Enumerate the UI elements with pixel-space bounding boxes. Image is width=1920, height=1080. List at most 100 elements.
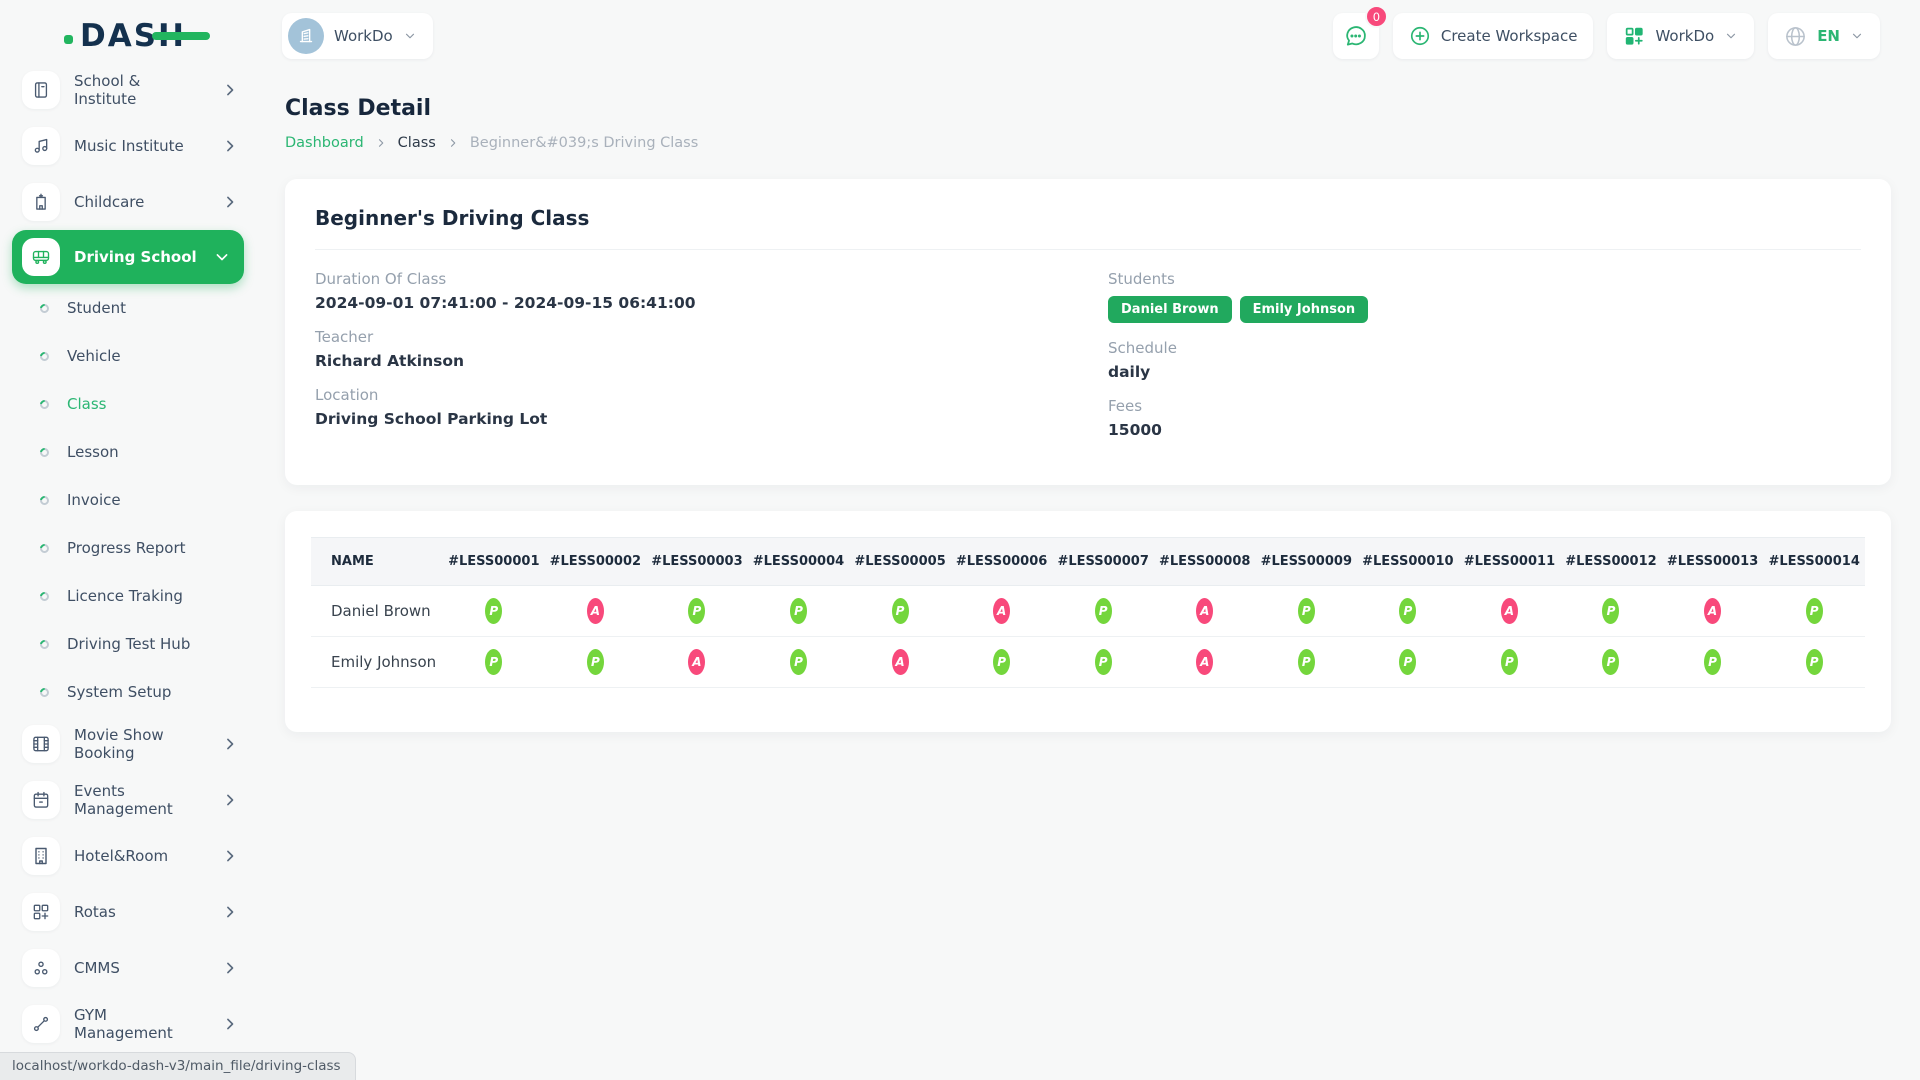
sidebar-subitem-vehicle[interactable]: Vehicle: [0, 332, 256, 380]
bullet-icon: [38, 686, 51, 699]
breadcrumb-separator-icon: [375, 137, 387, 149]
sidebar-item-school-institute[interactable]: School & Institute: [0, 62, 256, 118]
column-header-lesson: #LESS00011: [1459, 538, 1561, 586]
sidebar-subitem-label: Invoice: [67, 491, 121, 509]
attendance-badge-present: P: [1806, 598, 1823, 624]
table-row: Emily JohnsonPPAPAPPAPPPPPP: [311, 637, 1865, 688]
attendance-badge-present: P: [993, 649, 1010, 675]
teacher-label: Teacher: [315, 328, 1068, 346]
workspace-switcher-label: WorkDo: [334, 27, 393, 45]
chevron-right-icon: [220, 958, 240, 978]
sidebar-subitem-progress-report[interactable]: Progress Report: [0, 524, 256, 572]
sidebar-item-rotas[interactable]: Rotas: [0, 884, 256, 940]
chevron-right-icon: [220, 734, 240, 754]
sidebar-subitem-lesson[interactable]: Lesson: [0, 428, 256, 476]
attendance-badge-present: P: [1399, 598, 1416, 624]
class-detail-grid: Duration Of Class 2024-09-01 07:41:00 - …: [315, 270, 1861, 455]
status-bar: localhost/workdo-dash-v3/main_file/drivi…: [0, 1052, 356, 1080]
create-workspace-button[interactable]: Create Workspace: [1393, 13, 1594, 59]
fees-field: Fees 15000: [1108, 397, 1861, 439]
attendance-badge-absent: A: [1196, 598, 1213, 624]
sidebar-subitem-system-setup[interactable]: System Setup: [0, 668, 256, 716]
sidebar-item-music-institute[interactable]: Music Institute: [0, 118, 256, 174]
bullet-icon: [38, 302, 51, 315]
sidebar-item-events-management[interactable]: Events Management: [0, 772, 256, 828]
attendance-badge-absent: A: [1704, 598, 1721, 624]
breadcrumb-item[interactable]: Class: [398, 135, 436, 151]
building-icon: [288, 18, 324, 54]
chevron-down-icon: [1850, 29, 1864, 43]
attendance-badge-absent: A: [688, 649, 705, 675]
chevron-right-icon: [220, 1014, 240, 1034]
sidebar-subitem-class[interactable]: Class: [0, 380, 256, 428]
sidebar-item-movie-show-booking[interactable]: Movie Show Booking: [0, 716, 256, 772]
schedule-label: Schedule: [1108, 339, 1861, 357]
column-header-lesson: #LESS00002: [545, 538, 647, 586]
sidebar-subitem-label: Lesson: [67, 443, 119, 461]
attendance-cell: P: [1763, 637, 1865, 688]
attendance-badge-present: P: [587, 649, 604, 675]
sidebar-item-hotel-room[interactable]: Hotel&Room: [0, 828, 256, 884]
class-name-title: Beginner's Driving Class: [315, 203, 1861, 233]
attendance-cell: P: [1662, 637, 1764, 688]
chevron-right-icon: [220, 136, 240, 156]
students-field: Students Daniel BrownEmily Johnson: [1108, 270, 1861, 323]
attendance-cell: P: [1256, 637, 1358, 688]
sidebar-item-gym-management[interactable]: GYM Management: [0, 996, 256, 1052]
messages-button[interactable]: 0: [1333, 13, 1379, 59]
gym-icon: [22, 1005, 60, 1043]
attendance-cell: P: [1560, 637, 1662, 688]
breadcrumb-item[interactable]: Dashboard: [285, 135, 364, 151]
students-label: Students: [1108, 270, 1861, 288]
column-header-lesson: #LESS00006: [951, 538, 1053, 586]
chevron-right-icon: [220, 192, 240, 212]
attendance-cell: P: [748, 586, 850, 637]
attendance-cell: P: [1256, 586, 1358, 637]
workspace-switcher[interactable]: WorkDo: [282, 13, 433, 59]
sidebar-item-label: GYM Management: [74, 1006, 206, 1042]
breadcrumb-separator-icon: [447, 137, 459, 149]
student-name-cell: Emily Johnson: [311, 637, 443, 688]
breadcrumb-item: Beginner&#039;s Driving Class: [470, 135, 698, 151]
sidebar: School & Institute Music Institute Childca…: [0, 0, 256, 1080]
teacher-field: Teacher Richard Atkinson: [315, 328, 1068, 370]
attendance-cell: P: [443, 586, 545, 637]
bullet-icon: [38, 590, 51, 603]
attendance-badge-absent: A: [1501, 598, 1518, 624]
divider: [315, 249, 1861, 250]
column-header-lesson: #LESS00010: [1357, 538, 1459, 586]
attendance-badge-present: P: [892, 598, 909, 624]
sidebar-subitem-label: Driving Test Hub: [67, 635, 190, 653]
sidebar-subitem-licence-traking[interactable]: Licence Traking: [0, 572, 256, 620]
sidebar-item-driving-school[interactable]: Driving School: [12, 230, 244, 284]
sidebar-subitem-driving-test-hub[interactable]: Driving Test Hub: [0, 620, 256, 668]
attendance-badge-present: P: [1704, 649, 1721, 675]
attendance-cell: P: [1357, 586, 1459, 637]
sidebar-item-label: Music Institute: [74, 137, 206, 155]
attendance-cell: P: [1763, 586, 1865, 637]
sidebar-subitem-label: Student: [67, 299, 126, 317]
attendance-cell: P: [1052, 586, 1154, 637]
hotel-icon: [22, 837, 60, 875]
language-selector[interactable]: EN: [1768, 13, 1880, 59]
attendance-badge-present: P: [1806, 649, 1823, 675]
apps-menu-button[interactable]: WorkDo: [1607, 13, 1754, 59]
attendance-cell: P: [1357, 637, 1459, 688]
sidebar-subitem-invoice[interactable]: Invoice: [0, 476, 256, 524]
sidebar-item-label: Driving School: [74, 248, 198, 266]
sidebar-item-cmms[interactable]: CMMS: [0, 940, 256, 996]
attendance-badge-present: P: [1501, 649, 1518, 675]
attendance-cell: P: [1459, 637, 1561, 688]
column-header-lesson: #LESS00005: [849, 538, 951, 586]
attendance-badge-present: P: [1602, 598, 1619, 624]
attendance-cell: P: [443, 637, 545, 688]
column-header-lesson: #LESS00009: [1256, 538, 1358, 586]
column-header-lesson: #LESS00007: [1052, 538, 1154, 586]
plus-circle-icon: [1409, 25, 1431, 47]
apps-menu-label: WorkDo: [1655, 27, 1714, 45]
attendance-cell: A: [849, 637, 951, 688]
sidebar-item-childcare[interactable]: Childcare: [0, 174, 256, 230]
sidebar-subitem-student[interactable]: Student: [0, 284, 256, 332]
attendance-cell: A: [1662, 586, 1764, 637]
attendance-badge-absent: A: [1196, 649, 1213, 675]
